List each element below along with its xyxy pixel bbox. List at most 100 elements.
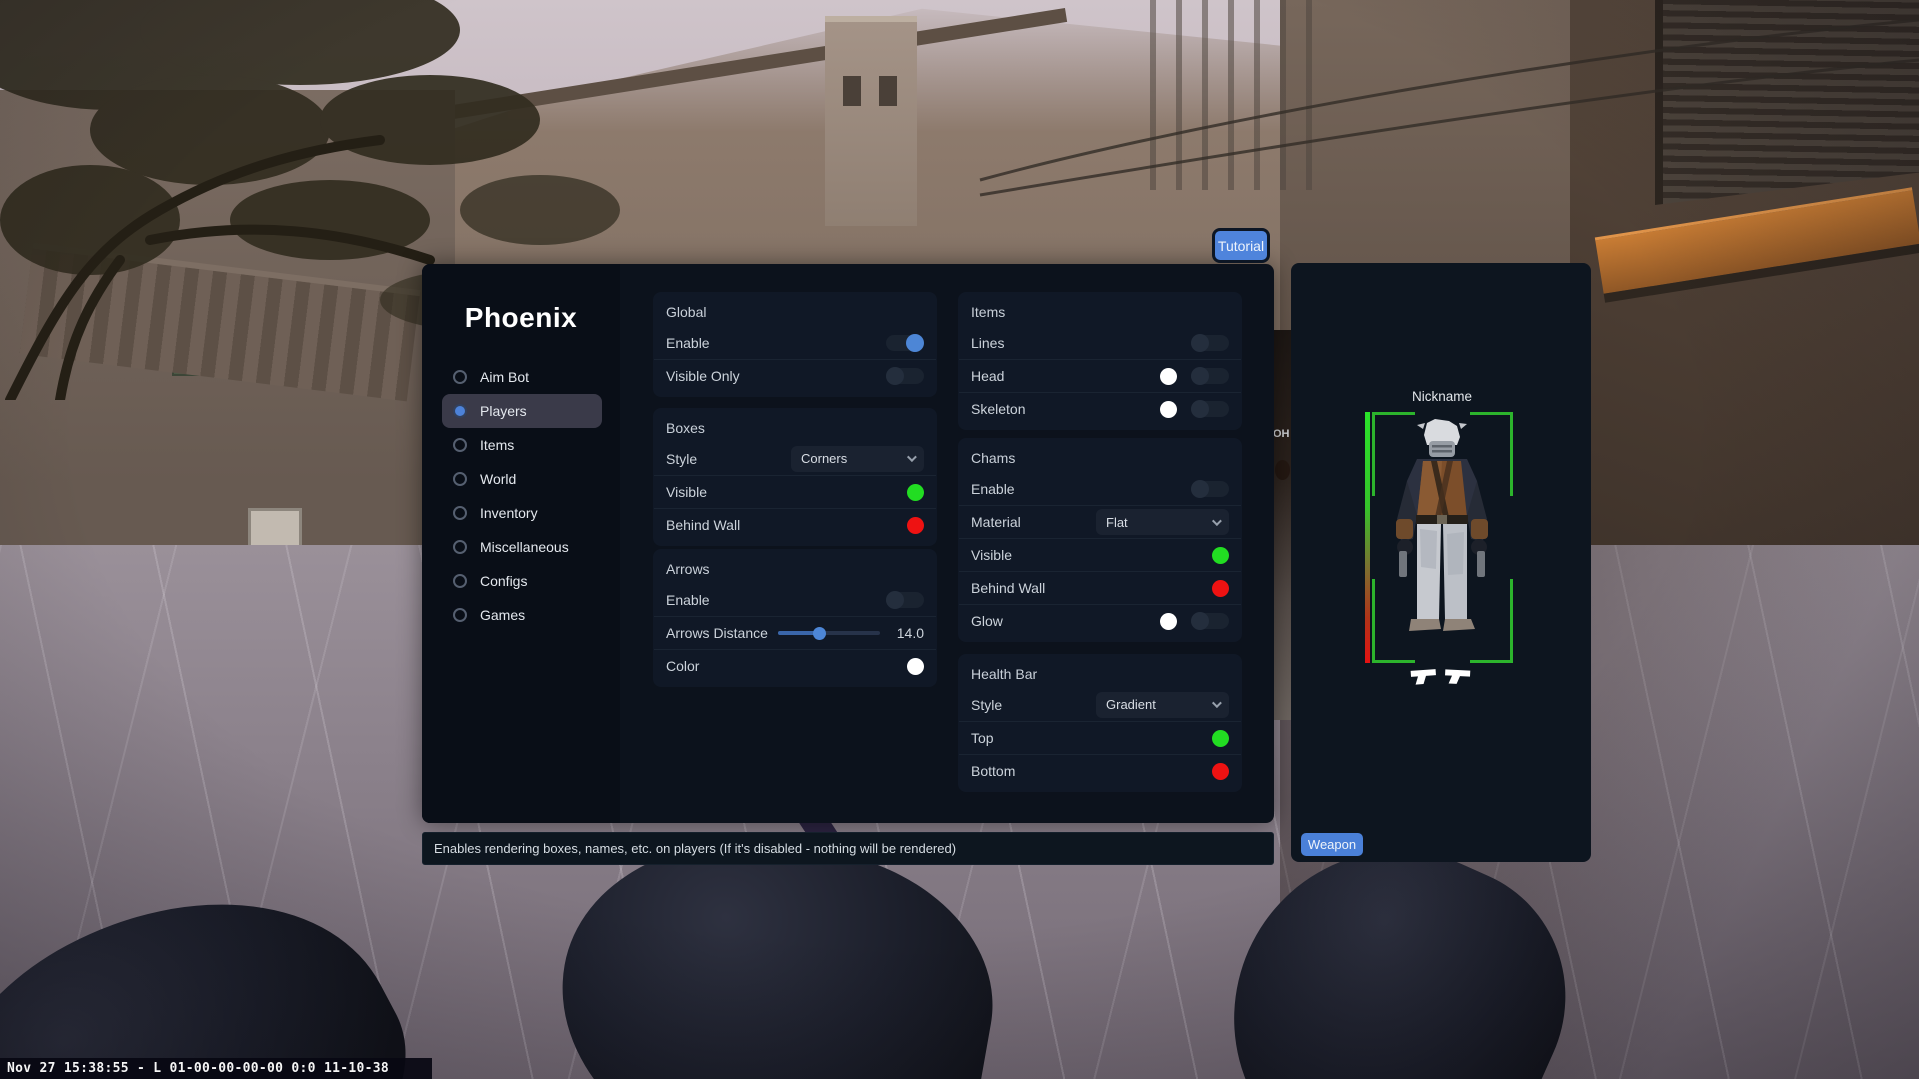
skeleton-color-swatch[interactable] [1160,401,1177,418]
chams-enable-toggle[interactable] [1191,481,1229,497]
sidebar-item-players[interactable]: Players [442,394,602,428]
pistol-icon [1408,665,1439,687]
panel-title: Arrows [653,555,937,583]
panel-title: Health Bar [958,660,1242,688]
sidebar-item-miscellaneous[interactable]: Miscellaneous [442,530,602,564]
setting-row-lines: Lines [959,326,1241,359]
toggle-knob [886,367,904,385]
panel-items: Items Lines Head Skeleton [958,292,1242,430]
dropdown-value: Flat [1106,515,1128,530]
chams-visible-color-swatch[interactable] [1212,547,1229,564]
setting-row-material: Material Flat [959,505,1241,538]
setting-row-behind-wall: Behind Wall [959,571,1241,604]
sidebar-item-world[interactable]: World [442,462,602,496]
poster-text: OH [1273,428,1290,440]
head-toggle[interactable] [1191,368,1229,384]
chams-behind-wall-color-swatch[interactable] [1212,580,1229,597]
preview-health-bar [1365,412,1370,663]
glow-toggle[interactable] [1191,613,1229,629]
preview-nickname: Nickname [1366,389,1518,404]
chevron-down-icon [1212,516,1222,526]
sidebar-item-label: Inventory [480,505,538,521]
toggle-knob [1191,367,1209,385]
sidebar-nav: Aim Bot Players Items World Inventory [442,360,602,632]
setting-row-arrows-distance: Arrows Distance 14.0 [654,616,936,649]
toggle-knob [1191,334,1209,352]
sidebar-item-configs[interactable]: Configs [442,564,602,598]
player-model [1387,419,1497,661]
setting-row-enable: Enable [654,326,936,359]
bottom-color-swatch[interactable] [1212,763,1229,780]
top-color-swatch[interactable] [1212,730,1229,747]
visible-only-toggle[interactable] [886,368,924,384]
arrows-enable-toggle[interactable] [886,592,924,608]
skeleton-toggle[interactable] [1191,401,1229,417]
sidebar-item-aim-bot[interactable]: Aim Bot [442,360,602,394]
setting-row-style: Style Gradient [959,688,1241,721]
chevron-down-icon [1212,698,1222,708]
sidebar-item-label: Aim Bot [480,369,529,385]
toggle-knob [906,334,924,352]
setting-row-top: Top [959,721,1241,754]
panel-title: Items [958,298,1242,326]
healthbar-style-dropdown[interactable]: Gradient [1096,692,1229,718]
radio-checked-icon [453,404,467,418]
head-color-swatch[interactable] [1160,368,1177,385]
tutorial-button[interactable]: Tutorial [1212,228,1270,263]
sidebar-item-label: Games [480,607,525,623]
dropdown-value: Gradient [1106,697,1156,712]
menu-title: Phoenix [422,302,620,334]
radio-icon [453,574,467,588]
slider-value: 14.0 [890,625,924,641]
behind-wall-color-swatch[interactable] [907,517,924,534]
material-dropdown[interactable]: Flat [1096,509,1229,535]
box-style-dropdown[interactable]: Corners [791,446,924,472]
radio-icon [453,540,467,554]
sidebar: Phoenix Aim Bot Players Items World [422,264,620,823]
esp-preview-panel: Nickname [1291,263,1591,862]
enable-toggle[interactable] [886,335,924,351]
weapon-button[interactable]: Weapon [1301,833,1363,856]
sidebar-item-label: Configs [480,573,527,589]
panel-title: Chams [958,444,1242,472]
sidebar-item-label: Items [480,437,514,453]
weapon-icons [1409,666,1479,686]
radio-icon [453,608,467,622]
toggle-knob [1191,480,1209,498]
panel-arrows: Arrows Enable Arrows Distance 14.0 Color [653,549,937,687]
arrows-distance-slider[interactable] [778,627,880,640]
setting-row-color: Color [654,649,936,682]
glow-color-swatch[interactable] [1160,613,1177,630]
game-screenshot: OH Nov 27 15:38:55 - L 01-00-00-00-00 0:… [0,0,1919,1079]
tooltip-bar: Enables rendering boxes, names, etc. on … [422,832,1274,865]
setting-row-visible: Visible [959,538,1241,571]
radio-icon [453,438,467,452]
arrow-color-swatch[interactable] [907,658,924,675]
panel-global: Global Enable Visible Only [653,292,937,397]
setting-row-glow: Glow [959,604,1241,637]
setting-row-bottom: Bottom [959,754,1241,787]
dropdown-value: Corners [801,451,847,466]
slider-handle[interactable] [813,627,826,640]
setting-row-visible-only: Visible Only [654,359,936,392]
lines-toggle[interactable] [1191,335,1229,351]
sidebar-item-inventory[interactable]: Inventory [442,496,602,530]
status-bar: Nov 27 15:38:55 - L 01-00-00-00-00 0:0 1… [0,1058,432,1079]
chevron-down-icon [907,452,917,462]
panel-title: Global [653,298,937,326]
panel-title: Boxes [653,414,937,442]
cheat-menu-window: Phoenix Aim Bot Players Items World [422,264,1274,823]
sidebar-item-label: World [480,471,516,487]
toggle-knob [1191,612,1209,630]
setting-row-style: Style Corners [654,442,936,475]
wall-poster: OH [1272,330,1293,720]
panel-boxes: Boxes Style Corners Visible Behind Wall [653,408,937,546]
setting-row-enable: Enable [654,583,936,616]
sidebar-item-items[interactable]: Items [442,428,602,462]
setting-row-head: Head [959,359,1241,392]
sidebar-item-games[interactable]: Games [442,598,602,632]
visible-color-swatch[interactable] [907,484,924,501]
toggle-knob [886,591,904,609]
sidebar-item-label: Players [480,403,527,419]
toggle-knob [1191,400,1209,418]
